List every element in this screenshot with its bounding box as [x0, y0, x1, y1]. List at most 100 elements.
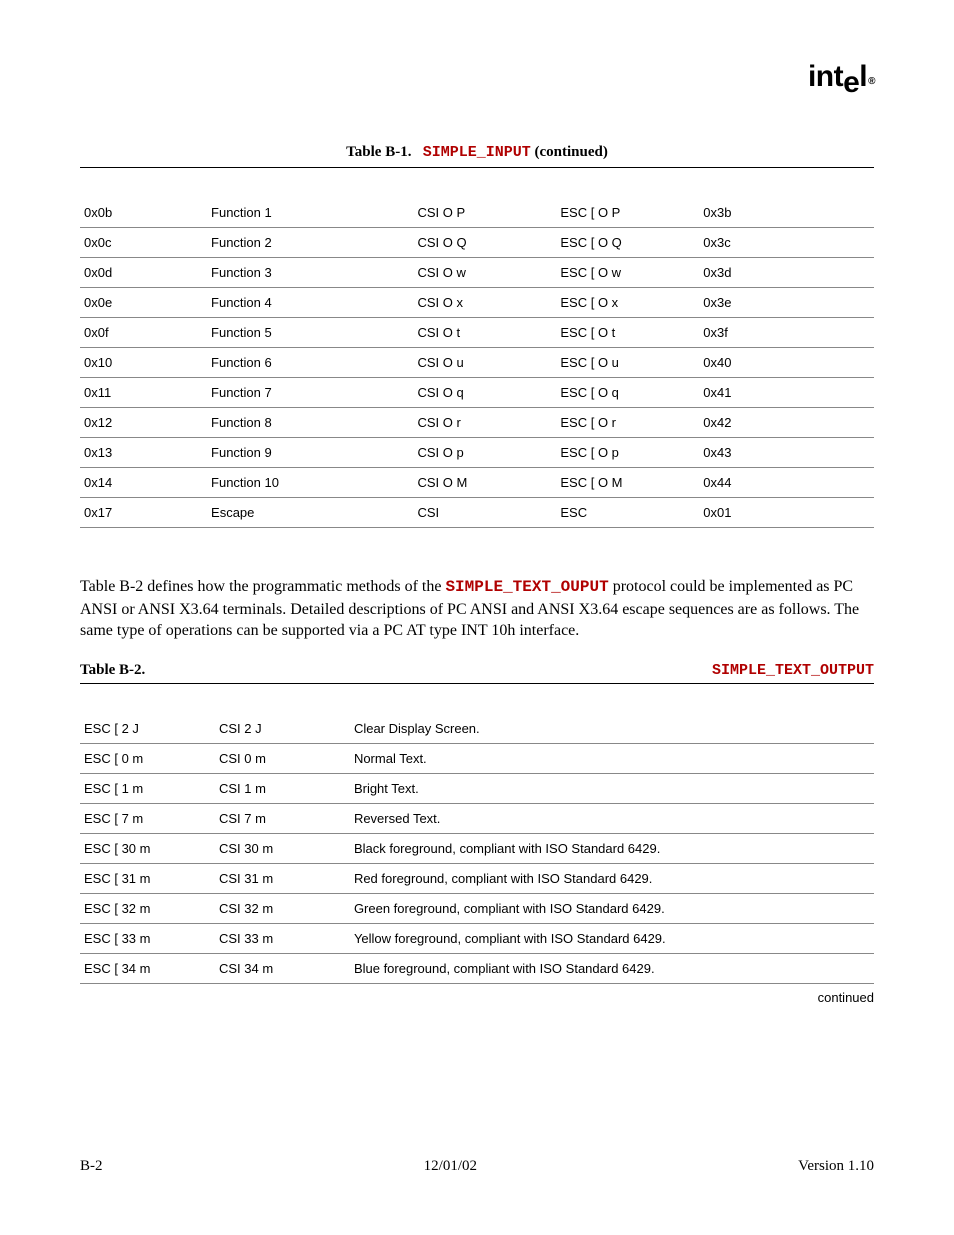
table-cell: ESC [ 31 m: [80, 863, 215, 893]
table-cell: 0x17: [80, 498, 207, 528]
table-cell: CSI O P: [413, 198, 556, 228]
table-row: 0x0bFunction 1CSI O PESC [ O P0x3b: [80, 198, 874, 228]
table1: 0x0bFunction 1CSI O PESC [ O P0x3b0x0cFu…: [80, 198, 874, 528]
table-cell: ESC [ O q: [556, 378, 699, 408]
table2-caption-left: Table B-2.: [80, 662, 145, 679]
table-cell: Escape: [207, 498, 413, 528]
table-cell: CSI: [413, 498, 556, 528]
table-cell: Function 10: [207, 468, 413, 498]
table-cell: CSI O t: [413, 318, 556, 348]
footer-left: B-2: [80, 1158, 103, 1175]
table-cell: ESC [ 0 m: [80, 743, 215, 773]
table-cell: 0x01: [699, 498, 874, 528]
footer-center: 12/01/02: [424, 1158, 477, 1175]
table-cell: CSI 0 m: [215, 743, 350, 773]
table-row: 0x12Function 8CSI O rESC [ O r0x42: [80, 408, 874, 438]
table-cell: Green foreground, compliant with ISO Sta…: [350, 893, 874, 923]
table-cell: CSI O M: [413, 468, 556, 498]
table-row: 0x11Function 7CSI O qESC [ O q0x41: [80, 378, 874, 408]
paragraph: Table B-2 defines how the programmatic m…: [80, 576, 874, 642]
table-row: ESC [ 33 mCSI 33 mYellow foreground, com…: [80, 923, 874, 953]
table-cell: ESC [ O u: [556, 348, 699, 378]
table-cell: 0x0c: [80, 228, 207, 258]
table-row: 0x14Function 10CSI O MESC [ O M0x44: [80, 468, 874, 498]
table-cell: ESC [ O P: [556, 198, 699, 228]
table2: ESC [ 2 JCSI 2 JClear Display Screen.ESC…: [80, 714, 874, 984]
table-cell: 0x42: [699, 408, 874, 438]
table-cell: CSI O Q: [413, 228, 556, 258]
rule: [80, 167, 874, 168]
table-cell: 0x40: [699, 348, 874, 378]
table-cell: CSI O p: [413, 438, 556, 468]
table-cell: 0x0e: [80, 288, 207, 318]
table-cell: 0x3e: [699, 288, 874, 318]
table-cell: ESC [ 34 m: [80, 953, 215, 983]
table-cell: CSI 1 m: [215, 773, 350, 803]
table-cell: 0x12: [80, 408, 207, 438]
table-cell: Reversed Text.: [350, 803, 874, 833]
table-cell: Function 3: [207, 258, 413, 288]
table-cell: 0x14: [80, 468, 207, 498]
table-cell: Function 8: [207, 408, 413, 438]
table-row: 0x17EscapeCSIESC0x01: [80, 498, 874, 528]
table-cell: Clear Display Screen.: [350, 714, 874, 744]
table-row: ESC [ 1 mCSI 1 mBright Text.: [80, 773, 874, 803]
table-cell: 0x3b: [699, 198, 874, 228]
table-cell: CSI 32 m: [215, 893, 350, 923]
table-cell: CSI 33 m: [215, 923, 350, 953]
table-cell: ESC [ 33 m: [80, 923, 215, 953]
table-cell: CSI O u: [413, 348, 556, 378]
table2-caption: Table B-2. SIMPLE_TEXT_OUTPUT: [80, 662, 874, 679]
table2-caption-code: SIMPLE_TEXT_OUTPUT: [712, 662, 874, 679]
table-row: 0x10Function 6CSI O uESC [ O u0x40: [80, 348, 874, 378]
para-text-a: Table B-2 defines how the programmatic m…: [80, 578, 445, 595]
table-cell: 0x11: [80, 378, 207, 408]
table-row: 0x0eFunction 4CSI O xESC [ O x0x3e: [80, 288, 874, 318]
table-cell: CSI 31 m: [215, 863, 350, 893]
table-row: 0x0dFunction 3CSI O wESC [ O w0x3d: [80, 258, 874, 288]
para-code: SIMPLE_TEXT_OUPUT: [445, 578, 608, 596]
table-row: 0x0fFunction 5CSI O tESC [ O t0x3f: [80, 318, 874, 348]
table-cell: Function 2: [207, 228, 413, 258]
table1-caption: Table B-1. SIMPLE_INPUT (continued): [80, 144, 874, 161]
table-row: ESC [ 0 mCSI 0 mNormal Text.: [80, 743, 874, 773]
table-cell: ESC [ 7 m: [80, 803, 215, 833]
table-cell: CSI 2 J: [215, 714, 350, 744]
table-cell: ESC [ O p: [556, 438, 699, 468]
table-cell: ESC: [556, 498, 699, 528]
table-cell: 0x13: [80, 438, 207, 468]
table-row: 0x0cFunction 2CSI O QESC [ O Q0x3c: [80, 228, 874, 258]
table-cell: 0x41: [699, 378, 874, 408]
table-cell: Bright Text.: [350, 773, 874, 803]
footer-right: Version 1.10: [798, 1158, 874, 1175]
table-cell: ESC [ O x: [556, 288, 699, 318]
table-row: ESC [ 32 mCSI 32 mGreen foreground, comp…: [80, 893, 874, 923]
table-cell: Yellow foreground, compliant with ISO St…: [350, 923, 874, 953]
table1-caption-prefix: Table B-1.: [346, 144, 423, 160]
table-cell: CSI O r: [413, 408, 556, 438]
table-cell: 0x0b: [80, 198, 207, 228]
table-cell: ESC [ 1 m: [80, 773, 215, 803]
table-cell: Function 1: [207, 198, 413, 228]
table-cell: 0x44: [699, 468, 874, 498]
table-cell: Function 6: [207, 348, 413, 378]
page-footer: B-2 12/01/02 Version 1.10: [80, 1158, 874, 1175]
table-cell: CSI 34 m: [215, 953, 350, 983]
table-row: ESC [ 30 mCSI 30 mBlack foreground, comp…: [80, 833, 874, 863]
table1-caption-code: SIMPLE_INPUT: [423, 144, 531, 161]
table-row: ESC [ 7 mCSI 7 mReversed Text.: [80, 803, 874, 833]
table-cell: Function 5: [207, 318, 413, 348]
table-cell: Function 4: [207, 288, 413, 318]
rule: [80, 683, 874, 684]
table-cell: CSI O w: [413, 258, 556, 288]
table-cell: Red foreground, compliant with ISO Stand…: [350, 863, 874, 893]
table-cell: Blue foreground, compliant with ISO Stan…: [350, 953, 874, 983]
table-cell: 0x3c: [699, 228, 874, 258]
table-cell: 0x3d: [699, 258, 874, 288]
table-cell: CSI 30 m: [215, 833, 350, 863]
table-cell: ESC [ 30 m: [80, 833, 215, 863]
table-row: ESC [ 31 mCSI 31 mRed foreground, compli…: [80, 863, 874, 893]
table-cell: Normal Text.: [350, 743, 874, 773]
table1-caption-suffix: (continued): [531, 144, 608, 160]
table-cell: Black foreground, compliant with ISO Sta…: [350, 833, 874, 863]
